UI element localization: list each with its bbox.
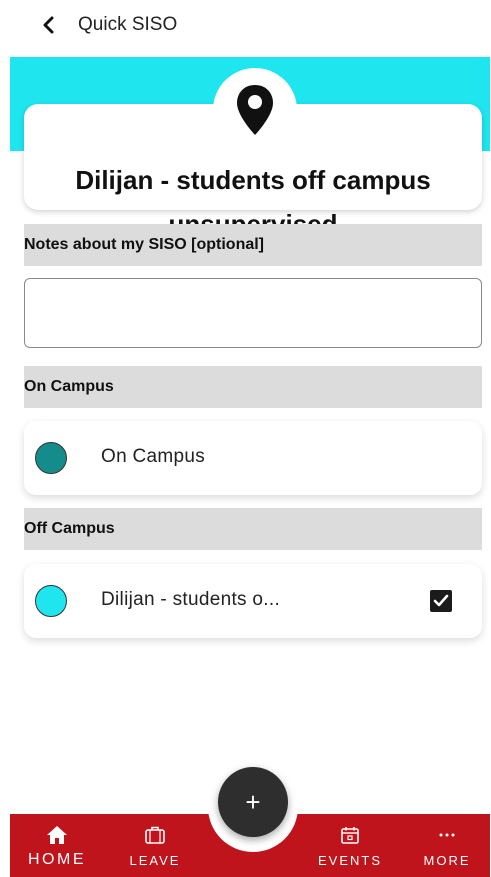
selected-checkbox[interactable] [430,590,452,612]
page-title: Quick SISO [78,14,178,35]
add-button[interactable]: + [218,767,288,837]
map-pin-icon [237,85,273,135]
nav-label: EVENTS [317,853,382,868]
option-label: Dilijan - students o... [101,589,281,610]
plus-icon: + [245,786,261,817]
nav-item-events[interactable]: EVENTS [310,814,390,877]
status-color-dot [35,442,67,474]
top-bar: Quick SISO [0,0,491,52]
nav-label: LEAVE [129,853,181,868]
option-on-campus[interactable]: On Campus [24,421,482,495]
suitcase-icon [145,826,165,844]
notes-label: Notes about my SISO [optional] [24,224,482,266]
notes-input[interactable] [24,278,482,348]
status-color-dot [35,585,67,617]
nav-item-home[interactable]: HOME [22,814,92,877]
section-header-on-campus: On Campus [24,366,482,408]
option-dilijan-off-campus[interactable]: Dilijan - students o... [24,564,482,638]
more-dots-icon [439,833,455,837]
option-label: On Campus [101,446,206,467]
nav-label: HOME [28,851,86,868]
location-pin-badge [213,68,297,152]
calendar-icon [341,827,359,844]
nav-label: MORE [423,853,471,868]
home-icon [47,826,67,844]
back-button[interactable] [36,12,60,38]
nav-item-leave[interactable]: LEAVE [122,814,188,877]
check-icon [433,594,449,607]
section-header-off-campus: Off Campus [24,508,482,550]
nav-item-more[interactable]: MORE [414,814,480,877]
chevron-left-icon [43,16,54,34]
